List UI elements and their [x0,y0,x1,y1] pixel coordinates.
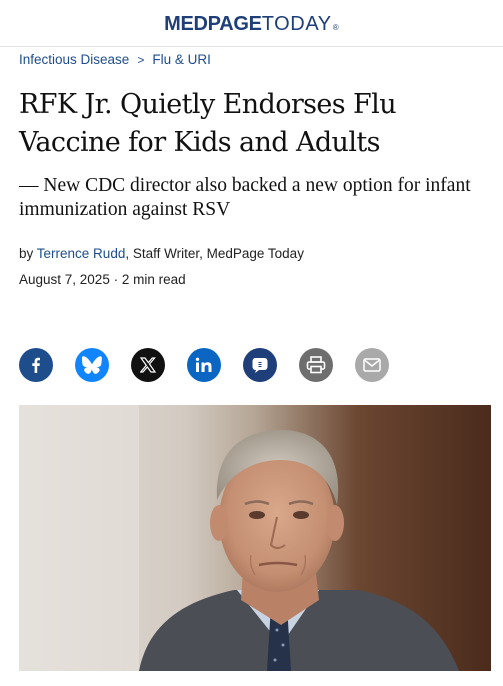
dateline: August 7, 2025 · 2 min read [19,272,186,287]
date-separator: · [113,272,119,287]
logo-registered-mark: ® [332,22,339,32]
publish-date: August 7, 2025 [19,272,110,287]
print-button[interactable] [299,348,333,382]
email-share-button[interactable] [355,348,389,382]
x-share-button[interactable] [131,348,165,382]
substack-icon [251,356,269,374]
hero-photo-illustration [19,405,491,671]
breadcrumb-separator: > [137,52,145,67]
read-time: 2 min read [121,272,186,287]
linkedin-share-button[interactable] [187,348,221,382]
x-icon [140,357,156,373]
article-page: MEDPAGE TODAY ® Infectious Disease > Flu… [0,0,503,686]
breadcrumb: Infectious Disease > Flu & URI [19,52,211,67]
site-logo[interactable]: MEDPAGE TODAY ® [164,13,339,36]
print-icon [306,356,326,374]
site-header: MEDPAGE TODAY ® [0,0,503,47]
logo-today: TODAY [261,12,332,35]
bluesky-share-button[interactable] [75,348,109,382]
byline-prefix: by [19,246,34,261]
logo-med: MEDPAGE [164,12,262,35]
substack-share-button[interactable] [243,348,277,382]
hero-photo [19,405,491,671]
breadcrumb-flu-uri[interactable]: Flu & URI [152,52,211,67]
facebook-icon [28,357,44,373]
share-bar [19,348,389,382]
email-icon [363,358,381,372]
author-link[interactable]: Terrence Rudd [37,246,126,261]
linkedin-icon [195,357,213,373]
author-title: , Staff Writer, MedPage Today [125,246,304,261]
breadcrumb-infectious-disease[interactable]: Infectious Disease [19,52,129,67]
facebook-share-button[interactable] [19,348,53,382]
byline: by Terrence Rudd, Staff Writer, MedPage … [19,246,304,261]
article-headline: RFK Jr. Quietly Endorses Flu Vaccine for… [19,89,397,158]
article-subhead: — New CDC director also backed a new opt… [19,175,471,220]
bluesky-icon [82,356,102,374]
